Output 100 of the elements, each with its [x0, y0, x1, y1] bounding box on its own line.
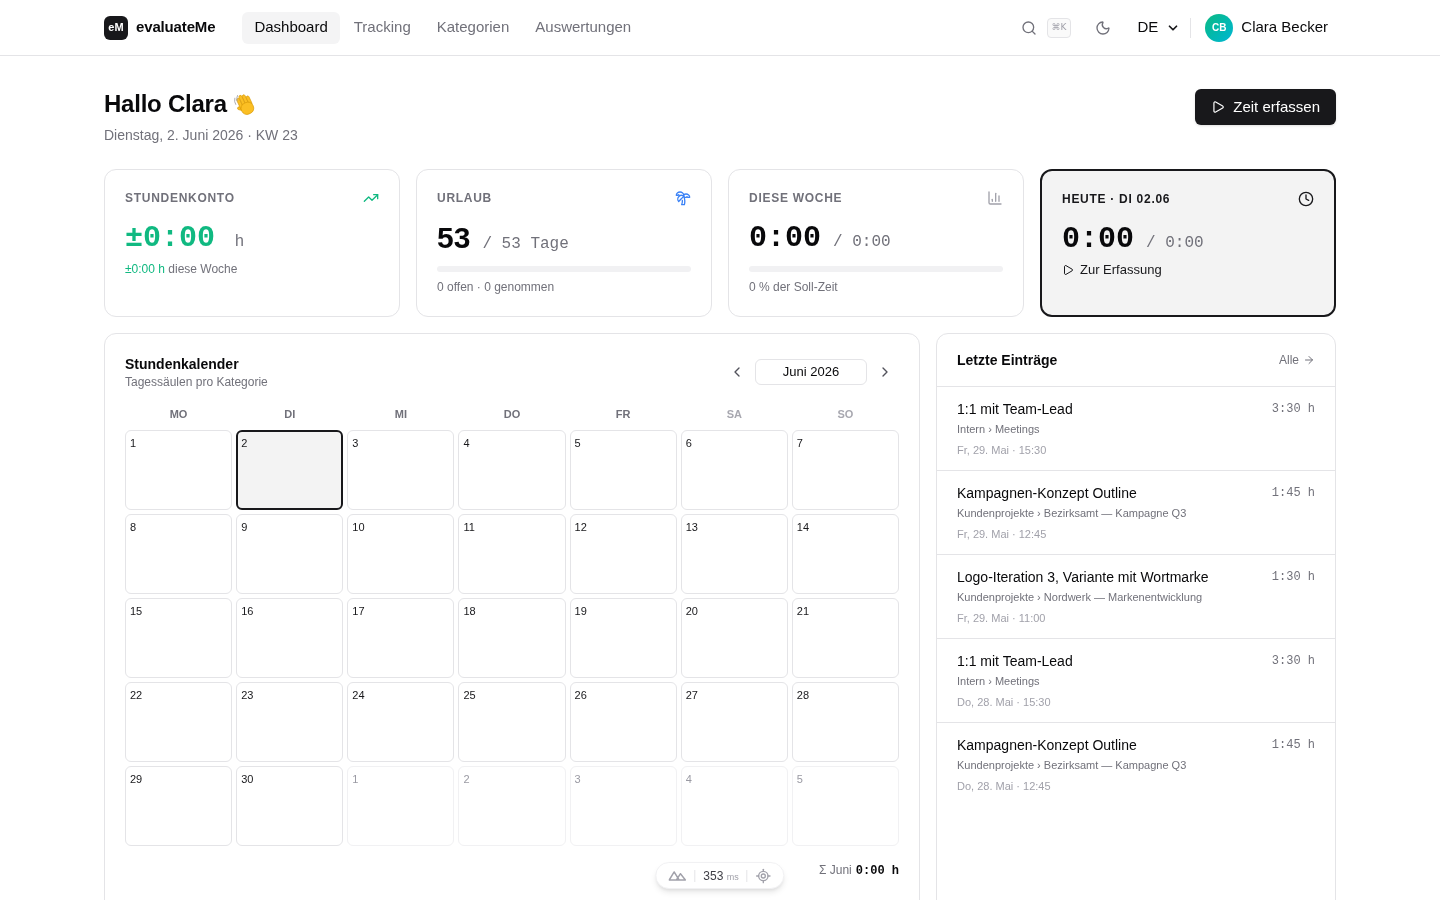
entry-time: Do, 28. Mai · 12:45 [957, 779, 1052, 794]
calendar-day[interactable]: 8 [125, 514, 233, 594]
month-total: 0:00 h [855, 863, 899, 879]
weekday-label: DO [502, 407, 522, 422]
entry-row[interactable]: Kampagnen-Konzept Outline 1:45 h Kundenprojekte › Bezirksamt — Kampagne Q3 Do, 28. Mai · 12:45 [937, 723, 1335, 807]
entry-duration: 1:45 h [1271, 737, 1315, 754]
record-time-button[interactable]: Zeit erfassen [1195, 89, 1336, 125]
stat-note: 0 % der Soll-Zeit [749, 279, 839, 295]
entry-title: Kampagnen-Konzept Outline [957, 484, 1137, 503]
entry-duration: 3:30 h [1271, 653, 1315, 670]
nav-tab[interactable]: Tracking [341, 11, 423, 44]
mountain-logo-icon [668, 870, 687, 881]
nav-tab[interactable]: Dashboard [242, 11, 340, 44]
stat-target: / 53 Tage [482, 234, 569, 255]
arrow-right-icon [1303, 354, 1315, 366]
entry-time: Fr, 29. Mai · 12:45 [957, 527, 1048, 542]
balance-note: ±0:00 h diese Woche [125, 261, 239, 277]
bar-chart-icon [987, 190, 1003, 206]
calendar-day[interactable]: 23 [236, 682, 344, 762]
month-label[interactable]: Juni 2026 [755, 359, 867, 385]
entry-duration: 1:30 h [1271, 569, 1315, 586]
weekday-label: SA [725, 407, 743, 422]
entry-category: Kundenprojekte › Bezirksamt — Kampagne Q3 [957, 506, 1188, 521]
app-name[interactable]: evaluateMe [136, 16, 216, 39]
calendar-day[interactable]: 10 [347, 514, 455, 594]
stat-label: HEUTE · DI 02.06 [1062, 191, 1171, 207]
stat-label: URLAUB [437, 190, 492, 206]
weekday-label: MI [393, 407, 408, 422]
calendar-day[interactable]: 13 [680, 514, 788, 594]
calendar-day[interactable]: 6 [680, 430, 788, 510]
entry-category: Kundenprojekte › Nordwerk — Markenentwicklung [957, 590, 1204, 605]
shortcut-hint: ⌘K [1046, 17, 1072, 38]
stat-label: DIESE WOCHE [749, 190, 843, 206]
devtools-pill[interactable]: 353 ms [655, 862, 785, 889]
calendar-day[interactable]: 7 [791, 430, 899, 510]
entry-time: Fr, 29. Mai · 15:30 [957, 443, 1048, 458]
nav-tab[interactable]: Kategorien [424, 11, 522, 44]
search-icon[interactable] [1020, 19, 1037, 36]
calendar-day[interactable]: 2 [236, 430, 344, 510]
calendar-day[interactable]: 25 [458, 682, 566, 762]
entry-title: 1:1 mit Team-Lead [957, 652, 1073, 671]
entry-time: Fr, 29. Mai · 11:00 [957, 611, 1047, 626]
all-link[interactable]: Alle [1279, 351, 1315, 369]
calendar-subtitle: Tagessäulen pro Kategorie [125, 374, 268, 390]
record-link[interactable]: Zur Erfassung [1080, 262, 1162, 278]
calendar-day[interactable]: 5 [569, 430, 677, 510]
entry-category: Kundenprojekte › Bezirksamt — Kampagne Q3 [957, 758, 1188, 773]
play-icon [1062, 264, 1074, 276]
stat-unit: h [235, 231, 244, 251]
play-icon [1211, 100, 1226, 114]
moon-icon[interactable] [1095, 19, 1112, 36]
calendar-day[interactable]: 9 [236, 514, 344, 594]
calendar-day[interactable]: 4 [458, 430, 566, 510]
entry-row[interactable]: Logo-Iteration 3, Variante mit Wortmarke 1:30 h Kundenprojekte › Nordwerk — Markenentwicklung Fr, 29. Mai · 11:00 [937, 555, 1335, 639]
calendar-day[interactable]: 16 [236, 598, 344, 678]
calendar-day[interactable]: 24 [347, 682, 455, 762]
calendar-day[interactable]: 20 [680, 598, 788, 678]
calendar-day[interactable]: 11 [458, 514, 566, 594]
weekday-label: DI [283, 407, 297, 422]
stat-target: / 0:00 [833, 232, 891, 253]
calendar-day[interactable]: 12 [569, 514, 677, 594]
stat-note: 0 offen · 0 genommen [437, 279, 556, 295]
calendar-day[interactable]: 3 [347, 430, 455, 510]
month-total-label: Σ Juni [819, 862, 852, 878]
entry-title: Kampagnen-Konzept Outline [957, 736, 1137, 755]
entry-time: Do, 28. Mai · 15:30 [957, 695, 1052, 710]
calendar-day[interactable]: 15 [125, 598, 233, 678]
entry-row[interactable]: Kampagnen-Konzept Outline 1:45 h Kundenprojekte › Bezirksamt — Kampagne Q3 Fr, 29. Mai · 12:45 [937, 471, 1335, 555]
weekday-label: FR [614, 407, 632, 422]
entry-category: Intern › Meetings [957, 422, 1041, 437]
calendar-day[interactable]: 30 [236, 766, 344, 846]
calendar-day[interactable]: 26 [569, 682, 677, 762]
crosshair-icon[interactable] [755, 867, 772, 884]
calendar-day[interactable]: 17 [347, 598, 455, 678]
calendar-day[interactable]: 18 [458, 598, 566, 678]
stat-target: / 0:00 [1146, 233, 1204, 254]
stat-label: STUNDENKONTO [125, 190, 235, 206]
entry-row[interactable]: 1:1 mit Team-Lead 3:30 h Intern › Meetings Fr, 29. Mai · 15:30 [937, 387, 1335, 471]
nav-tab[interactable]: Auswertungen [523, 11, 644, 44]
entry-row[interactable]: 1:1 mit Team-Lead 3:30 h Intern › Meetings Do, 28. Mai · 15:30 [937, 639, 1335, 723]
date-subtitle: Dienstag, 2. Juni 2026 · KW 23 [104, 126, 298, 145]
calendar-day[interactable]: 27 [680, 682, 788, 762]
calendar-day[interactable]: 29 [125, 766, 233, 846]
calendar-day[interactable]: 19 [569, 598, 677, 678]
logo-mark[interactable]: eM [104, 15, 128, 40]
clock-icon [1298, 191, 1314, 207]
language-select[interactable]: DE [1137, 16, 1181, 39]
stat-value: 0:00 [749, 220, 821, 257]
recent-title: Letzte Einträge [957, 351, 1058, 370]
calendar-title: Stundenkalender [125, 355, 240, 374]
calendar-day[interactable]: 28 [791, 682, 899, 762]
stat-value: 0:00 [1062, 221, 1134, 258]
calendar-day[interactable]: 1 [125, 430, 233, 510]
weekday-label: MO [168, 407, 189, 422]
entry-title: 1:1 mit Team-Lead [957, 400, 1073, 419]
calendar-day[interactable]: 14 [791, 514, 899, 594]
calendar-day[interactable]: 21 [791, 598, 899, 678]
entry-category: Intern › Meetings [957, 674, 1041, 689]
calendar-day[interactable]: 22 [125, 682, 233, 762]
user-name[interactable]: Clara Becker [1241, 16, 1328, 39]
